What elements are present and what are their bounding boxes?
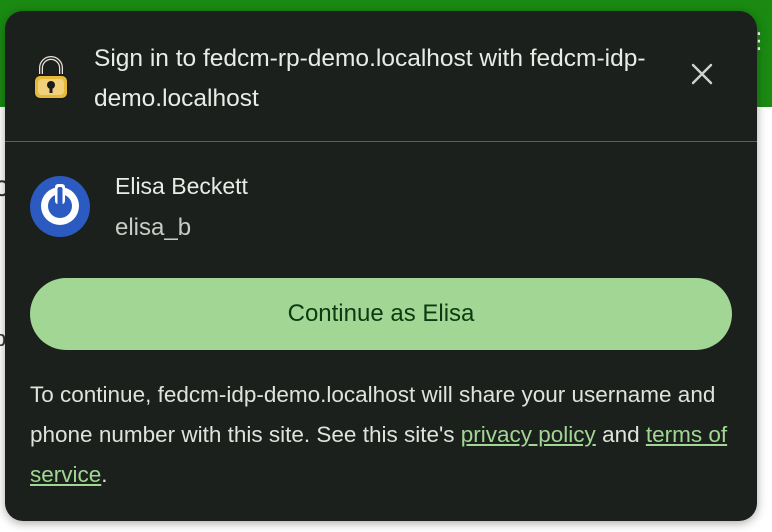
lock-icon	[31, 55, 71, 101]
dialog-header: Sign in to fedcm-rp-demo.localhost with …	[5, 11, 757, 141]
fedcm-signin-dialog: Sign in to fedcm-rp-demo.localhost with …	[5, 11, 757, 521]
close-icon	[691, 63, 713, 90]
account-username: elisa_b	[115, 214, 192, 241]
account-name: Elisa Beckett	[115, 173, 248, 199]
disclosure-text: To continue, fedcm-idp-demo.localhost wi…	[30, 375, 730, 495]
close-button[interactable]	[687, 61, 717, 91]
continue-button[interactable]: Continue as Elisa	[30, 278, 732, 350]
privacy-policy-link[interactable]: privacy policy	[461, 422, 596, 447]
power-icon	[30, 175, 90, 240]
avatar	[30, 175, 90, 240]
account-row: Elisa Beckett elisa_b	[5, 171, 757, 251]
background-text-fragment: i	[0, 285, 1, 311]
header-divider	[5, 141, 757, 142]
disclosure-end: .	[101, 462, 108, 487]
disclosure-and: and	[595, 422, 646, 447]
dialog-title: Sign in to fedcm-rp-demo.localhost with …	[94, 45, 646, 112]
